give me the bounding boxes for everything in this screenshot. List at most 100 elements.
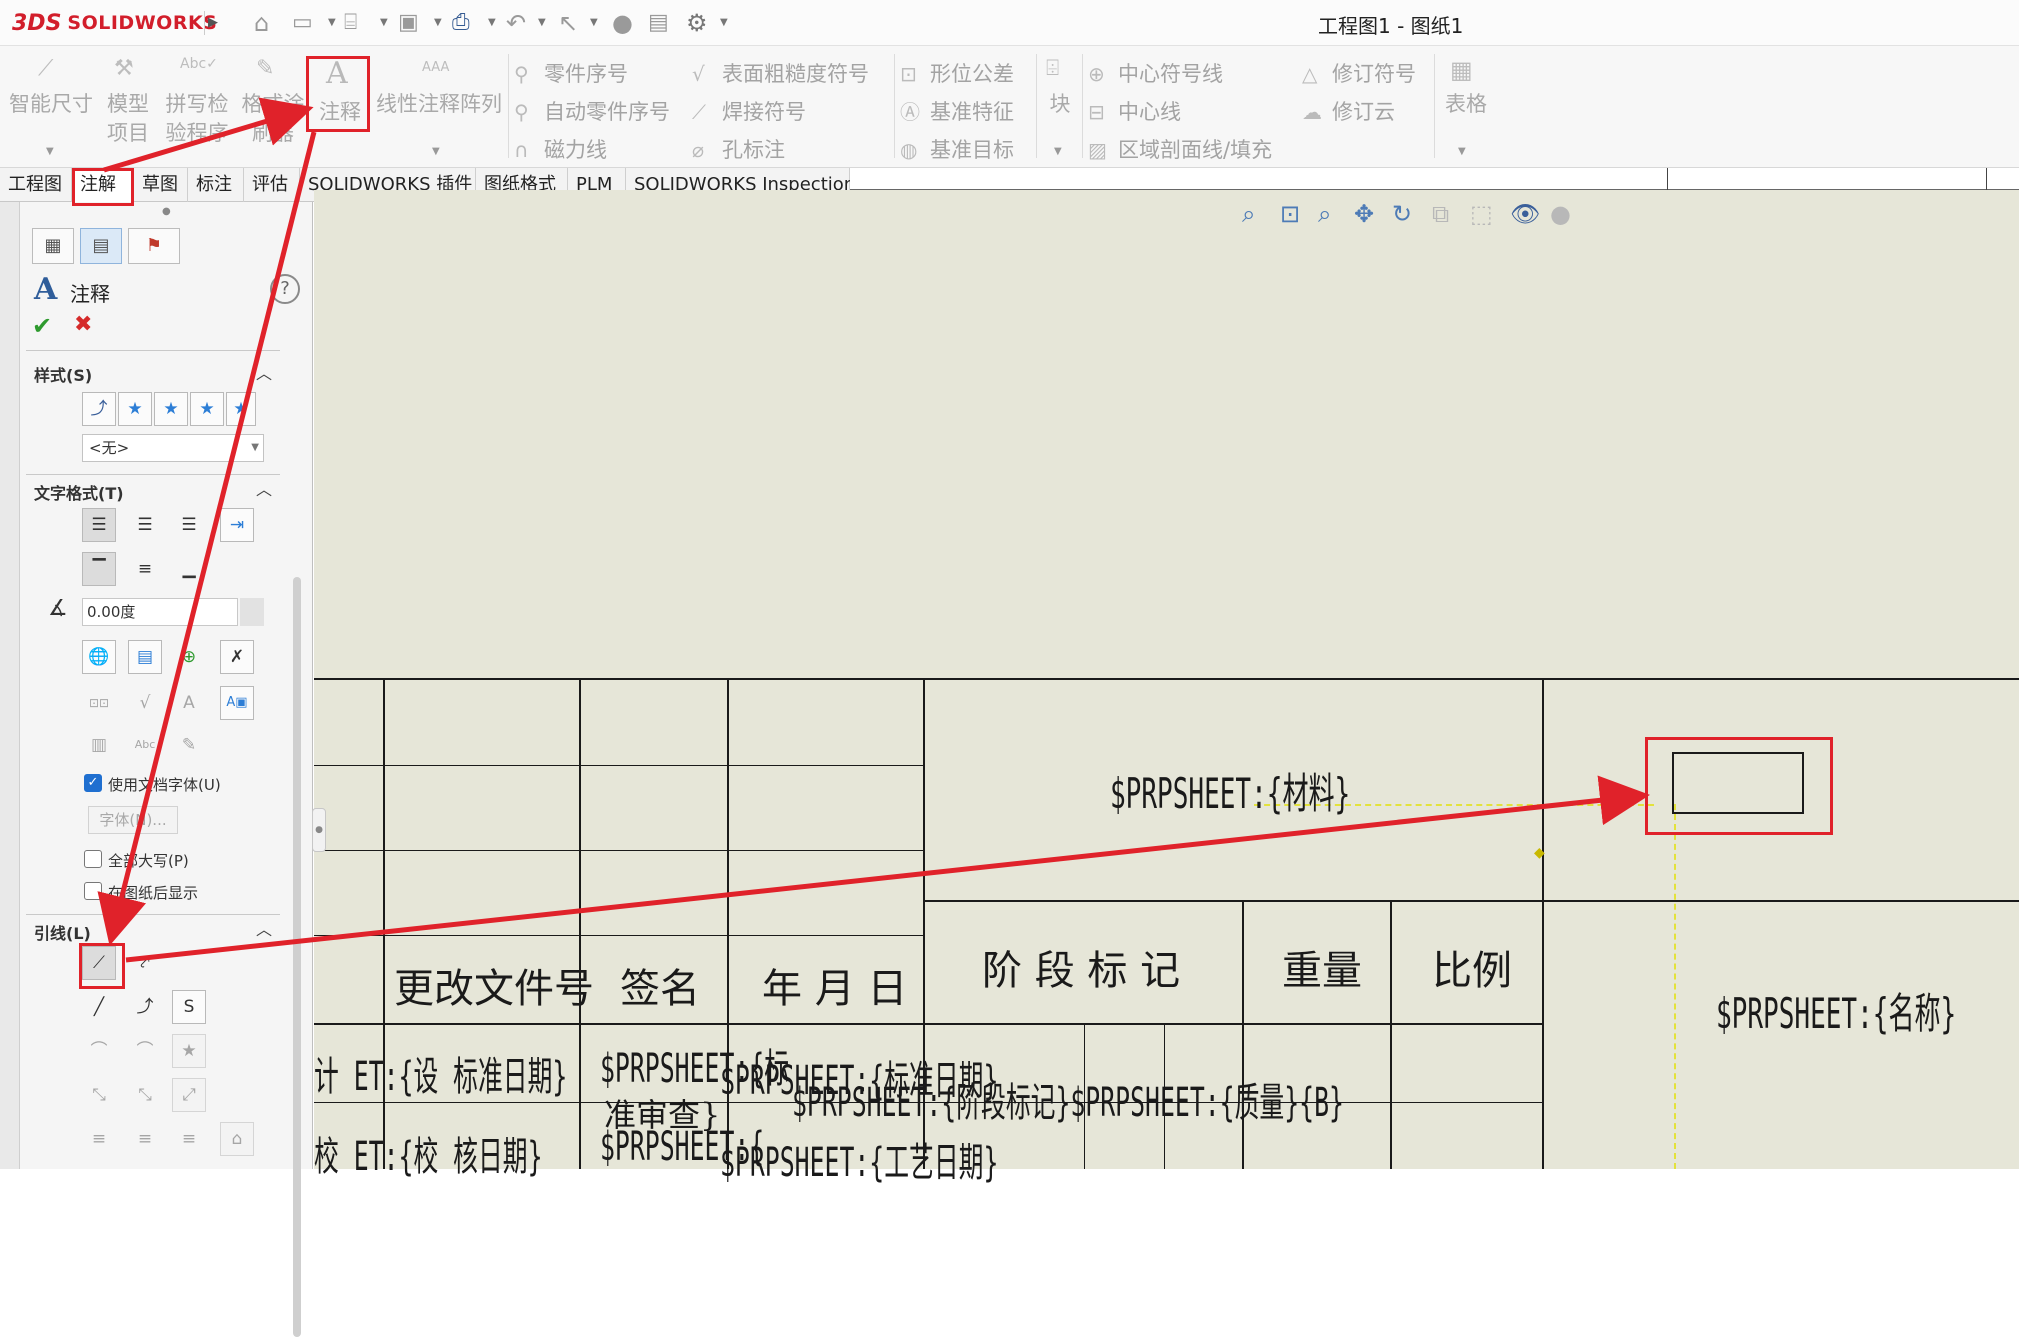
menu-expand-icon[interactable]: ▶ [204,11,218,35]
revision-symbol-button[interactable]: △ 修订符号 [1302,58,1416,88]
save-style-icon[interactable]: ★ [190,392,224,426]
chevron-down-icon[interactable]: ▼ [488,6,496,40]
weld-symbol-button[interactable]: ⟋ 焊接符号 [692,96,806,126]
load-style-icon[interactable]: ★ [226,392,256,426]
help-icon[interactable]: ? [270,274,300,304]
pan-icon[interactable]: ✥ [1354,200,1374,228]
align-center-icon[interactable]: ☰ [128,508,162,542]
format-painter-button[interactable]: 格式涂 刷器 [236,90,310,148]
datum-feature-icon[interactable]: A [172,686,206,720]
collapse-chevron-icon[interactable]: ︿ [256,360,272,384]
multi-jog-leader-icon[interactable]: ⤤ [128,946,162,980]
drawing-canvas[interactable]: ⌕ ⊡ ⌕ ✥ ↻ ⧉ ⬚ 👁 ● ◆ $PRPSHEET:{材料} $PRPS… [314,190,2019,1186]
home-icon[interactable]: ⌂ [254,6,269,40]
magnetic-line-button[interactable]: ∩ 磁力线 [514,134,607,164]
view-orientation-icon[interactable]: ⬚ [1470,200,1493,228]
rebuild-icon[interactable]: ● [612,6,633,40]
leader-arrow-alt-icon[interactable]: ⤡ [128,1078,162,1112]
angle-input[interactable]: 0.00度 [82,598,238,626]
add-symbol-icon[interactable]: ⊕ [172,640,206,674]
chevron-down-icon[interactable]: ▼ [590,6,598,40]
table-button[interactable]: 表格 [1438,90,1494,119]
save-icon[interactable]: ▣ [398,6,419,40]
solidworks-logo[interactable]: 3DS SOLIDWORKS [12,6,217,40]
leader-attach-icon[interactable]: ⤢ [172,1078,206,1112]
smart-dimension-button[interactable]: 智能尺寸 [6,90,96,119]
surface-finish-icon[interactable]: √ [128,686,162,720]
config-manager-tab[interactable]: ⚑ [128,228,180,264]
tab-drawing[interactable]: 工程图 [0,168,72,202]
geometric-tolerance-icon[interactable]: ⊡⊡ [82,686,116,720]
rotate-icon[interactable]: ↻ [1392,200,1412,228]
auto-balloon-button[interactable]: ⚲ 自动零件序号 [514,96,670,126]
spell-check-icon[interactable]: Abc [128,728,162,762]
cancel-x-icon[interactable]: ✖ [74,312,92,337]
section-view-icon[interactable]: ⧉ [1432,200,1449,228]
zoom-to-area-icon[interactable]: ⊡ [1280,200,1300,228]
align-right-icon[interactable]: ☰ [172,508,206,542]
align-top-icon[interactable]: ▔ [82,552,116,586]
zoom-to-fit-icon[interactable]: ⌕ [1242,200,1255,228]
style-section-header[interactable]: 样式(S) [34,362,92,386]
chevron-down-icon[interactable]: ▼ [434,6,442,40]
centerline-button[interactable]: ⊟ 中心线 [1088,96,1181,126]
leader-style-bottom-icon[interactable]: ≡ [172,1122,206,1156]
leader-right-icon[interactable]: ⌒ [128,1034,162,1068]
ok-check-icon[interactable]: ✔ [32,312,52,340]
geometric-tolerance-button[interactable]: ⊡ 形位公差 [900,58,1014,88]
open-file-icon[interactable]: ⌸ [344,6,357,40]
panel-scrollbar[interactable] [293,577,301,1337]
leader-style-middle-icon[interactable]: ≡ [128,1122,162,1156]
chevron-down-icon[interactable]: ▼ [720,6,728,40]
revision-cloud-button[interactable]: ☁ 修订云 [1302,96,1395,126]
area-hatch-button[interactable]: ▨ 区域剖面线/填充 [1088,134,1272,164]
leader-left-icon[interactable]: ⌒ [82,1034,116,1068]
panel-splitter-handle[interactable]: ● [312,808,326,852]
text-format-section-header[interactable]: 文字格式(T) [34,480,124,504]
feature-manager-tab[interactable]: ▦ [32,228,74,264]
add-style-icon[interactable]: ★ [118,392,152,426]
select-icon[interactable]: ↖ [558,6,578,40]
center-mark-button[interactable]: ⊕ 中心符号线 [1088,58,1223,88]
all-caps-checkbox[interactable] [84,850,102,868]
spline-leader-icon[interactable]: S [172,990,206,1024]
print-icon[interactable]: ⎙ [452,6,470,40]
insert-hyperlink-icon[interactable]: 🌐 [82,640,116,674]
align-middle-icon[interactable]: ≡ [128,552,162,586]
use-doc-font-checkbox[interactable]: ✓ [84,774,102,792]
chevron-down-icon[interactable]: ▼ [1054,146,1062,157]
chevron-down-icon[interactable]: ▼ [380,6,388,40]
apply-default-style-icon[interactable]: ⤴ [82,392,116,426]
bent-leader-icon[interactable]: ⤴ [128,990,162,1024]
new-file-icon[interactable]: ▭ [292,6,313,40]
delete-style-icon[interactable]: ★ [154,392,188,426]
undo-icon[interactable]: ↶ [506,6,526,40]
stack-note-icon[interactable]: A▣ [220,686,254,720]
justify-text-icon[interactable]: ⇥ [220,508,254,542]
linear-note-pattern-button[interactable]: 线性注释阵列 [372,90,506,119]
appearance-icon[interactable]: ● [1550,200,1571,228]
collapse-chevron-icon[interactable]: ︿ [256,476,272,500]
table-format-icon[interactable]: ▥ [82,728,116,762]
property-manager-tab[interactable]: ▤ [80,228,122,264]
datum-target-button[interactable]: ◍ 基准目标 [900,134,1014,164]
hole-callout-button[interactable]: ⌀ 孔标注 [692,134,785,164]
leader-style-top-icon[interactable]: ≡ [82,1122,116,1156]
chevron-down-icon[interactable]: ▼ [46,146,54,157]
model-items-button[interactable]: 模型 项目 [100,90,156,148]
align-bottom-icon[interactable]: ▁ [172,552,206,586]
chevron-down-icon[interactable]: ▼ [1458,146,1466,157]
tab-markup[interactable]: 标注 [188,168,244,202]
panel-grip-icon[interactable]: ● [162,206,171,217]
leader-arrow-icon[interactable]: ⤡ [82,1078,116,1112]
block-button[interactable]: 块 [1040,90,1080,119]
leader-nearest-icon[interactable]: ★ [172,1034,206,1068]
hide-show-icon[interactable]: 👁 [1510,200,1540,228]
align-left-icon[interactable]: ☰ [82,508,116,542]
leader-section-header[interactable]: 引线(L) [34,920,91,944]
format-painter-icon[interactable]: ✎ [172,728,206,762]
straight-leader-icon[interactable]: ╱ [82,990,116,1024]
link-to-property-icon[interactable]: ▤ [128,640,162,674]
style-select[interactable]: <无> ▼ [82,434,264,462]
chevron-down-icon[interactable]: ▼ [328,6,336,40]
